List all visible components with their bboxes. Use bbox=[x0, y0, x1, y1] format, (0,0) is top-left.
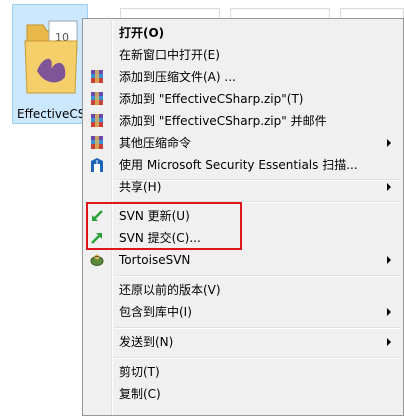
menu-separator bbox=[114, 357, 400, 359]
menu-item-send-to[interactable]: 发送到(N) bbox=[85, 331, 401, 353]
menu-item-security-scan[interactable]: 使用 Microsoft Security Essentials 扫描... bbox=[85, 154, 401, 176]
menu-item-share[interactable]: 共享(H) bbox=[85, 176, 401, 198]
winrar-archive-icon bbox=[91, 70, 103, 83]
menu-item-add-to-zip[interactable]: 添加到 "EffectiveCSharp.zip"(T) bbox=[85, 88, 401, 110]
menu-item-include-in-library[interactable]: 包含到库中(I) bbox=[85, 301, 401, 323]
submenu-arrow-icon bbox=[387, 338, 391, 346]
menu-item-open-new-window[interactable]: 在新窗口中打开(E) bbox=[85, 44, 401, 66]
folder-name: EffectiveCS bbox=[17, 107, 86, 121]
menu-item-copy[interactable]: 复制(C) bbox=[85, 383, 401, 405]
menu-item-tortoisesvn[interactable]: TortoiseSVN bbox=[85, 249, 401, 271]
security-essentials-icon bbox=[91, 158, 103, 172]
menu-item-cut[interactable]: 剪切(T) bbox=[85, 361, 401, 383]
folder-icon: 10 bbox=[24, 20, 78, 94]
submenu-arrow-icon bbox=[387, 308, 391, 316]
menu-item-open[interactable]: 打开(O) bbox=[85, 22, 401, 44]
menu-item-add-to-zip-and-email[interactable]: 添加到 "EffectiveCSharp.zip" 并邮件 bbox=[85, 110, 401, 132]
menu-separator bbox=[114, 327, 400, 329]
menu-separator bbox=[114, 275, 400, 277]
submenu-arrow-icon bbox=[387, 139, 391, 147]
annotation-highlight-box bbox=[86, 202, 242, 250]
tortoisesvn-icon bbox=[90, 254, 104, 266]
submenu-arrow-icon bbox=[387, 183, 391, 191]
winrar-archive-icon bbox=[91, 136, 103, 149]
submenu-arrow-icon bbox=[387, 256, 391, 264]
folder-item-selected[interactable]: 10 EffectiveCS bbox=[12, 4, 88, 124]
winrar-archive-icon bbox=[91, 114, 103, 127]
winrar-archive-icon bbox=[91, 92, 103, 105]
menu-item-other-compress[interactable]: 其他压缩命令 bbox=[85, 132, 401, 154]
menu-item-add-to-archive[interactable]: 添加到压缩文件(A) ... bbox=[85, 66, 401, 88]
menu-item-restore-previous[interactable]: 还原以前的版本(V) bbox=[85, 279, 401, 301]
